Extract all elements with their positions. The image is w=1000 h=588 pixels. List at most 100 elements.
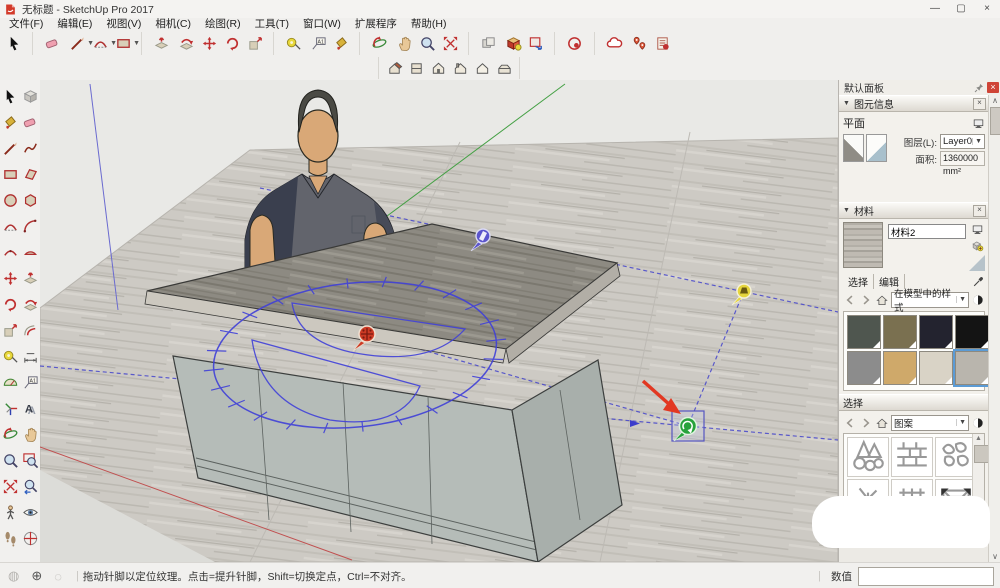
geolocation-icon[interactable]: ◍ xyxy=(8,568,19,584)
palette-pie-tool[interactable] xyxy=(20,239,40,265)
tray-scrollbar[interactable]: ∧ ∨ xyxy=(988,95,1000,562)
tape-measure-button[interactable] xyxy=(273,32,307,55)
select-button[interactable] xyxy=(3,32,26,55)
palette-zoom-window-tool[interactable] xyxy=(20,447,40,473)
send-to-layout-button[interactable] xyxy=(525,32,548,55)
palette-follow-me-tool[interactable] xyxy=(20,291,40,317)
palette-eraser-tool[interactable] xyxy=(20,109,40,135)
forward-arrow-icon[interactable] xyxy=(859,416,873,430)
rotate-button[interactable] xyxy=(221,32,244,55)
menu-window[interactable]: 窗口(W) xyxy=(296,18,348,31)
view-iso-button[interactable] xyxy=(383,57,405,79)
warehouse-3d-button[interactable] xyxy=(594,32,628,55)
palette-component-tool[interactable] xyxy=(20,83,40,109)
scale-button[interactable] xyxy=(244,32,267,55)
menu-help[interactable]: 帮助(H) xyxy=(404,18,454,31)
components-select-header[interactable]: 选择 xyxy=(839,394,989,411)
back-material-thumbnail[interactable] xyxy=(866,134,887,162)
menu-draw[interactable]: 绘图(R) xyxy=(198,18,248,31)
sign-in-icon[interactable]: ◌ xyxy=(54,569,62,584)
details-icon[interactable] xyxy=(971,416,985,430)
palette-section-plane-tool[interactable] xyxy=(20,525,40,551)
palette-polygon-tool[interactable] xyxy=(20,187,40,213)
scrollbar-thumb[interactable] xyxy=(974,445,989,463)
menu-edit[interactable]: 编辑(E) xyxy=(50,18,99,31)
pattern-vegetation[interactable] xyxy=(847,437,889,477)
maximize-button[interactable]: ▢ xyxy=(948,0,974,18)
palette-dimension-tool[interactable] xyxy=(20,343,40,369)
orbit-button[interactable] xyxy=(359,32,393,55)
extension-warehouse-button[interactable] xyxy=(651,32,674,55)
menu-view[interactable]: 视图(V) xyxy=(99,18,148,31)
photo-textures-button[interactable] xyxy=(628,32,651,55)
components-button[interactable] xyxy=(502,32,525,55)
toggle-pane-icon[interactable] xyxy=(972,117,985,130)
palette-move-tool[interactable] xyxy=(0,265,20,291)
home-icon[interactable] xyxy=(875,293,889,307)
style-builder-button[interactable] xyxy=(554,32,588,55)
palette-walk-tool[interactable] xyxy=(0,525,20,551)
palette-orbit-tool[interactable] xyxy=(0,421,20,447)
view-front-button[interactable] xyxy=(427,57,449,79)
pin-icon[interactable] xyxy=(973,82,985,94)
palette-scale-tool[interactable] xyxy=(0,317,20,343)
pattern-stone[interactable] xyxy=(935,437,977,477)
material-swatch-dark-green[interactable] xyxy=(847,315,881,349)
menu-extensions[interactable]: 扩展程序 xyxy=(348,18,404,31)
green-pin[interactable] xyxy=(672,411,704,441)
material-swatch-black[interactable] xyxy=(955,315,989,349)
materials-header[interactable]: ▼ 材料 × xyxy=(839,202,989,219)
palette-zoom-previous-tool[interactable] xyxy=(20,473,40,499)
tab-select[interactable]: 选择 xyxy=(843,274,874,289)
layer-dropdown[interactable]: Layer0 ▼ xyxy=(940,134,985,149)
scroll-down-icon[interactable]: ∨ xyxy=(989,551,1000,562)
follow-me-button[interactable] xyxy=(175,32,198,55)
palette-protractor-tool[interactable] xyxy=(0,369,20,395)
toggle-pane-icon[interactable] xyxy=(971,223,984,236)
palette-select-tool[interactable] xyxy=(0,83,20,109)
palette-paint-bucket-tool[interactable] xyxy=(0,109,20,135)
forward-arrow-icon[interactable] xyxy=(859,293,873,307)
view-back-button[interactable] xyxy=(471,57,493,79)
menu-camera[interactable]: 相机(C) xyxy=(148,18,198,31)
front-material-thumbnail[interactable] xyxy=(843,134,864,162)
menu-file[interactable]: 文件(F) xyxy=(2,18,50,31)
palette-offset-tool[interactable] xyxy=(20,317,40,343)
palette-two-point-arc-tool[interactable] xyxy=(0,213,20,239)
palette-pan-tool[interactable] xyxy=(20,421,40,447)
palette-3d-text-tool[interactable]: AA xyxy=(20,395,40,421)
tray-close-button[interactable]: × xyxy=(987,82,999,93)
scrollbar-thumb[interactable] xyxy=(990,107,1000,135)
measurement-input[interactable] xyxy=(858,567,994,586)
paint-bucket-button[interactable] xyxy=(330,32,353,55)
home-icon[interactable] xyxy=(875,416,889,430)
sample-paint-icon[interactable] xyxy=(969,255,985,271)
materials-close-button[interactable]: × xyxy=(973,205,986,217)
eraser-button[interactable] xyxy=(32,32,66,55)
material-swatch-olive[interactable] xyxy=(883,315,917,349)
palette-zoom-tool[interactable] xyxy=(0,447,20,473)
menu-tools[interactable]: 工具(T) xyxy=(248,18,296,31)
text-button[interactable]: A1 xyxy=(307,32,330,55)
close-button[interactable]: × xyxy=(974,0,1000,18)
zoom-extents-button[interactable] xyxy=(439,32,462,55)
materials-collection-dropdown[interactable]: 在模型中的样式 ▼ xyxy=(891,292,969,308)
line-button[interactable]: ▼ xyxy=(66,32,89,55)
entity-info-header[interactable]: ▼ 图元信息 × xyxy=(839,95,989,112)
view-right-button[interactable] xyxy=(449,57,471,79)
material-swatch-beige-texture[interactable] xyxy=(919,351,953,385)
view-left-button[interactable] xyxy=(493,57,515,79)
palette-circle-tool[interactable] xyxy=(0,187,20,213)
eyedropper-icon[interactable] xyxy=(972,275,985,288)
material-swatch-wood-texture[interactable] xyxy=(955,351,989,385)
palette-push-pull-tool[interactable] xyxy=(20,265,40,291)
palette-axes-tool[interactable] xyxy=(0,395,20,421)
material-name-input[interactable] xyxy=(888,224,966,239)
palette-rectangle-tool[interactable] xyxy=(0,161,20,187)
create-material-icon[interactable] xyxy=(971,239,984,252)
palette-rotate-tool[interactable] xyxy=(0,291,20,317)
back-arrow-icon[interactable] xyxy=(843,293,857,307)
palette-arc-tool[interactable] xyxy=(20,213,40,239)
drawing-viewport[interactable] xyxy=(40,80,838,562)
view-top-button[interactable] xyxy=(405,57,427,79)
